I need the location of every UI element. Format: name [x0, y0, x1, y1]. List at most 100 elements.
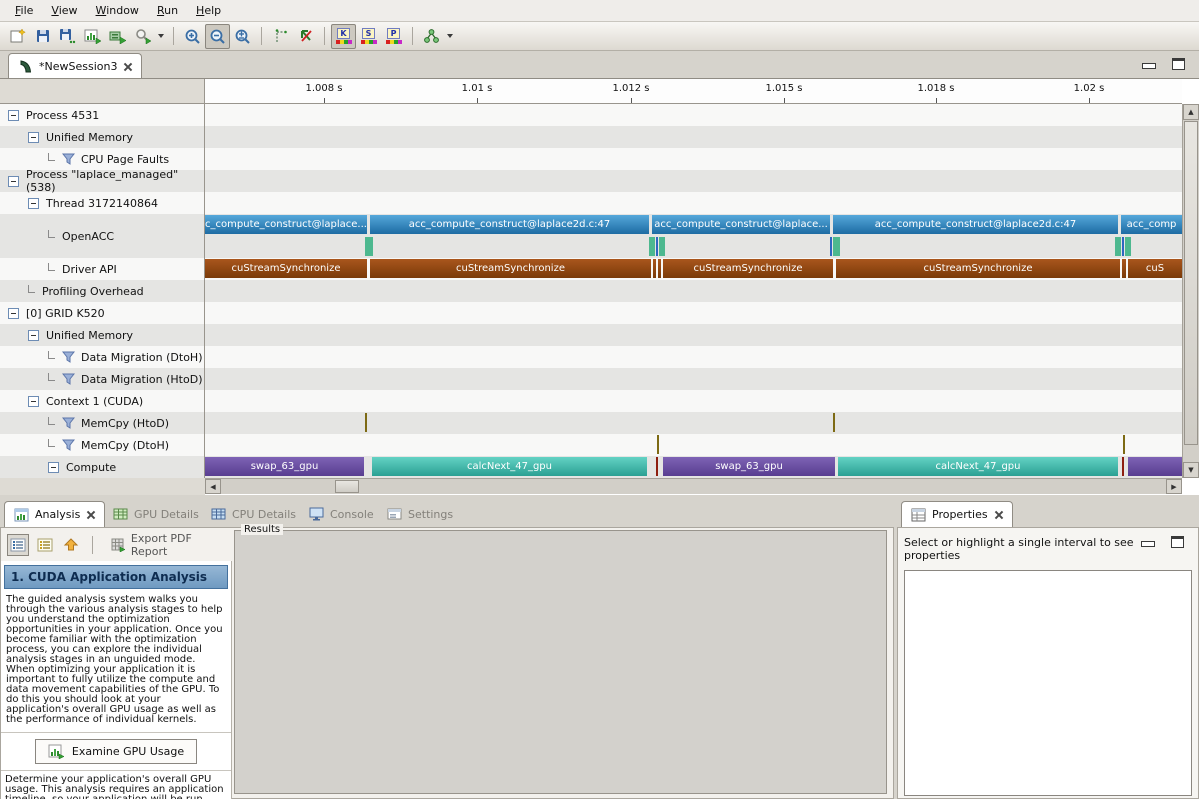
topology-button[interactable] [419, 24, 444, 49]
driver-api-interval[interactable] [653, 259, 656, 278]
vertical-scroll-thumb[interactable] [1184, 121, 1198, 445]
horizontal-scrollbar[interactable]: ◀ ▶ [205, 478, 1182, 494]
collapse-toggle-icon[interactable] [28, 198, 39, 209]
openacc-wait-marker[interactable] [1125, 237, 1131, 256]
collapse-toggle-icon[interactable] [28, 330, 39, 341]
minimize-icon[interactable] [1142, 63, 1156, 69]
tree-row[interactable]: Process "laplace_managed" (538) [0, 170, 204, 192]
openacc-wait-marker[interactable] [830, 237, 832, 256]
menu-help[interactable]: Help [187, 1, 230, 20]
tree-row[interactable]: MemCpy (DtoH) [0, 434, 204, 456]
session-tab[interactable]: *NewSession3 [8, 53, 142, 78]
collapse-toggle-icon[interactable] [28, 396, 39, 407]
tree-row[interactable]: Driver API [0, 258, 204, 280]
back-up-button[interactable] [60, 534, 82, 556]
compute-kernel-interval[interactable] [656, 457, 658, 476]
openacc-wait-marker[interactable] [365, 237, 373, 256]
tree-row[interactable]: OpenACC [0, 214, 204, 258]
tree-row[interactable]: CPU Page Faults [0, 148, 204, 170]
tree-row[interactable]: Process 4531 [0, 104, 204, 126]
scroll-right-arrow[interactable]: ▶ [1166, 479, 1182, 494]
tab-settings[interactable]: Settings [378, 501, 462, 527]
tab-gpu-details[interactable]: GPU Details [104, 501, 208, 527]
horizontal-scroll-thumb[interactable] [335, 480, 359, 493]
topology-dropdown-arrow[interactable] [447, 34, 453, 38]
collapse-toggle-icon[interactable] [48, 462, 59, 473]
export-pdf-button[interactable]: Export PDF Report [103, 529, 232, 561]
color-by-stream-button[interactable]: S [356, 24, 381, 49]
compute-kernel-interval[interactable] [1128, 457, 1182, 476]
scroll-up-arrow[interactable]: ▲ [1183, 104, 1199, 120]
tree-row[interactable]: Unified Memory [0, 324, 204, 346]
driver-api-interval[interactable]: cuStreamSynchronize [205, 259, 367, 278]
collapse-toggle-icon[interactable] [8, 110, 19, 121]
memcpy-dtoh-marker[interactable] [657, 435, 659, 454]
close-icon[interactable] [994, 510, 1003, 519]
openacc-wait-marker[interactable] [1122, 237, 1124, 256]
examine-gpu-usage-button[interactable]: Examine GPU Usage [35, 739, 197, 764]
close-icon[interactable] [86, 510, 95, 519]
collapse-toggle-icon[interactable] [8, 308, 19, 319]
tree-row[interactable]: Compute [0, 456, 204, 478]
compute-kernel-interval[interactable]: swap_63_gpu [663, 457, 835, 476]
zoom-out-button[interactable] [205, 24, 230, 49]
openacc-wait-marker[interactable] [649, 237, 655, 256]
openacc-wait-marker[interactable] [1115, 237, 1121, 256]
memcpy-htod-marker[interactable] [365, 413, 367, 432]
driver-api-interval[interactable]: cuStreamSynchronize [663, 259, 833, 278]
openacc-interval[interactable]: acc_comp [1121, 215, 1182, 234]
menu-file[interactable]: File [6, 1, 42, 20]
maximize-icon[interactable] [1172, 58, 1185, 70]
menu-view[interactable]: View [42, 1, 86, 20]
openacc-interval[interactable]: c_compute_construct@laplace... [205, 215, 367, 234]
save-all-button[interactable] [55, 24, 80, 49]
tree-row[interactable]: MemCpy (HtoD) [0, 412, 204, 434]
compute-kernel-interval[interactable]: swap_63_gpu [205, 457, 364, 476]
scroll-left-arrow[interactable]: ◀ [205, 479, 221, 494]
generate-timeline-button[interactable] [80, 24, 105, 49]
collapse-toggle-icon[interactable] [8, 176, 19, 187]
zoom-fit-button[interactable] [230, 24, 255, 49]
driver-api-interval[interactable] [1122, 259, 1126, 278]
minimize-icon[interactable] [1141, 541, 1155, 547]
compute-kernel-interval[interactable]: calcNext_47_gpu [838, 457, 1118, 476]
tree-row[interactable]: [0] GRID K520 [0, 302, 204, 324]
scroll-down-arrow[interactable]: ▼ [1183, 462, 1199, 478]
zoom-in-button[interactable] [180, 24, 205, 49]
driver-api-interval[interactable]: cuStreamSynchronize [370, 259, 651, 278]
collapse-toggle-icon[interactable] [28, 132, 39, 143]
driver-api-interval[interactable]: cuS [1128, 259, 1182, 278]
marker-snap-button[interactable] [268, 24, 293, 49]
openacc-interval[interactable]: acc_compute_construct@laplace2d.c:47 [833, 215, 1118, 234]
tree-row[interactable]: Data Migration (HtoD) [0, 368, 204, 390]
menu-window[interactable]: Window [87, 1, 148, 20]
tree-row[interactable]: Thread 3172140864 [0, 192, 204, 214]
run-analysis-button[interactable] [105, 24, 130, 49]
memcpy-dtoh-marker[interactable] [1123, 435, 1125, 454]
tree-row[interactable]: Profiling Overhead [0, 280, 204, 302]
compute-kernel-interval[interactable] [1122, 457, 1124, 476]
tab-analysis[interactable]: Analysis [4, 501, 105, 527]
new-session-button[interactable] [5, 24, 30, 49]
close-icon[interactable] [123, 62, 132, 71]
openacc-wait-marker[interactable] [659, 237, 665, 256]
tree-row[interactable]: Context 1 (CUDA) [0, 390, 204, 412]
save-button[interactable] [30, 24, 55, 49]
openacc-wait-marker[interactable] [656, 237, 658, 256]
driver-api-interval[interactable] [658, 259, 661, 278]
openacc-interval[interactable]: acc_compute_construct@laplace... [652, 215, 830, 234]
focus-search-button[interactable] [130, 24, 155, 49]
tree-row[interactable]: Unified Memory [0, 126, 204, 148]
unguided-analysis-button[interactable] [33, 534, 55, 556]
openacc-interval[interactable]: acc_compute_construct@laplace2d.c:47 [370, 215, 649, 234]
driver-api-interval[interactable]: cuStreamSynchronize [836, 259, 1120, 278]
search-dropdown-arrow[interactable] [158, 34, 164, 38]
tab-console[interactable]: Console [300, 501, 383, 527]
maximize-icon[interactable] [1171, 536, 1184, 548]
guided-analysis-button[interactable] [7, 534, 29, 556]
vertical-scrollbar[interactable]: ▲ ▼ [1182, 104, 1199, 478]
tab-properties[interactable]: Properties [901, 501, 1013, 527]
openacc-wait-marker[interactable] [833, 237, 840, 256]
color-by-kernel-button[interactable]: K [331, 24, 356, 49]
memcpy-htod-marker[interactable] [833, 413, 835, 432]
